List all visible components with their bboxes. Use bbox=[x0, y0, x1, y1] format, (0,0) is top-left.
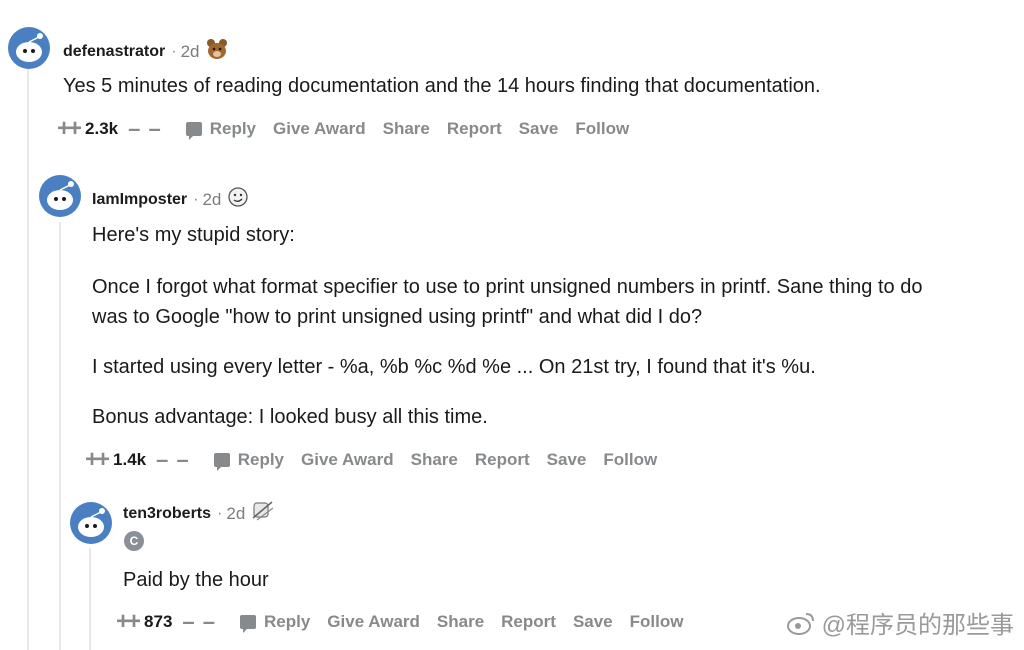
separator: · bbox=[217, 504, 223, 522]
username[interactable]: ten3roberts bbox=[123, 505, 211, 523]
comment-body: Here's my stupid story: Once I forgot wh… bbox=[92, 220, 922, 432]
separator: · bbox=[193, 190, 199, 208]
reply-icon bbox=[240, 615, 256, 633]
comment-body: Yes 5 minutes of reading documentation a… bbox=[63, 71, 821, 101]
username[interactable]: defenastrator bbox=[63, 43, 165, 61]
follow-button[interactable]: Follow bbox=[630, 612, 684, 632]
weibo-logo-icon bbox=[786, 612, 814, 635]
reply-icon bbox=[185, 122, 202, 140]
save-button[interactable]: Save bbox=[573, 612, 613, 632]
downvote-button[interactable]: – – bbox=[156, 449, 190, 471]
vote-score: 873 bbox=[144, 612, 173, 631]
reply-button[interactable]: Reply bbox=[185, 119, 257, 140]
upvote-button[interactable]: ++ bbox=[57, 117, 82, 141]
bear-award-icon bbox=[206, 38, 228, 65]
thread-line-1[interactable] bbox=[27, 68, 29, 650]
share-button[interactable]: Share bbox=[437, 612, 484, 632]
comment-text: Yes 5 minutes of reading documentation a… bbox=[63, 75, 821, 97]
comment-actions: ++ 2.3k – – Reply Give Award Share Repor… bbox=[57, 117, 629, 141]
timestamp[interactable]: 2d bbox=[226, 504, 245, 524]
reply-button[interactable]: Reply bbox=[240, 612, 311, 633]
save-button[interactable]: Save bbox=[547, 450, 587, 470]
avatar-ten3roberts[interactable] bbox=[70, 502, 112, 549]
comment-body: Paid by the hour bbox=[123, 565, 269, 595]
reply-icon bbox=[213, 453, 230, 471]
user-badge: C bbox=[124, 531, 144, 551]
reply-button[interactable]: Reply bbox=[213, 450, 285, 471]
vote-control: ++ 873 – – bbox=[116, 610, 216, 634]
comment-text: was to Google "how to print unsigned usi… bbox=[92, 306, 703, 328]
avatar-defenastrator[interactable] bbox=[8, 27, 50, 74]
vote-score: 1.4k bbox=[113, 450, 147, 469]
separator: · bbox=[171, 42, 177, 60]
crossed-out-award-icon bbox=[251, 500, 275, 527]
follow-button[interactable]: Follow bbox=[575, 119, 629, 139]
watermark: @程序员的那些事 bbox=[786, 605, 1014, 640]
vote-score: 2.3k bbox=[85, 119, 119, 138]
thread-line-3[interactable] bbox=[89, 548, 91, 650]
comment-meta: IamImposter · 2d bbox=[92, 186, 249, 213]
timestamp[interactable]: 2d bbox=[181, 42, 200, 62]
avatar-iamimposter[interactable] bbox=[39, 175, 81, 222]
emoji-face-award-icon bbox=[227, 186, 249, 213]
share-button[interactable]: Share bbox=[411, 450, 458, 470]
downvote-button[interactable]: – – bbox=[182, 611, 216, 633]
reply-label: Reply bbox=[209, 119, 257, 138]
comment-text: Paid by the hour bbox=[123, 569, 269, 591]
follow-button[interactable]: Follow bbox=[603, 450, 657, 470]
give-award-button[interactable]: Give Award bbox=[301, 450, 394, 470]
snoo-avatar-icon bbox=[8, 27, 50, 69]
comment-meta: ten3roberts · 2d bbox=[123, 500, 275, 527]
reply-label: Reply bbox=[264, 612, 311, 631]
report-button[interactable]: Report bbox=[501, 612, 556, 632]
snoo-avatar-icon bbox=[39, 175, 81, 217]
comment-actions: ++ 1.4k – – Reply Give Award Share Repor… bbox=[85, 448, 657, 472]
comment-actions: ++ 873 – – Reply Give Award Share Report… bbox=[116, 610, 683, 634]
timestamp[interactable]: 2d bbox=[202, 190, 221, 210]
give-award-button[interactable]: Give Award bbox=[327, 612, 420, 632]
downvote-button[interactable]: – – bbox=[128, 118, 162, 140]
comment-meta: defenastrator · 2d bbox=[63, 38, 228, 65]
watermark-text: @程序员的那些事 bbox=[821, 612, 1014, 639]
give-award-button[interactable]: Give Award bbox=[273, 119, 366, 139]
report-button[interactable]: Report bbox=[475, 450, 530, 470]
upvote-button[interactable]: ++ bbox=[85, 448, 110, 472]
vote-control: ++ 1.4k – – bbox=[85, 448, 190, 472]
comment-text: Bonus advantage: I looked busy all this … bbox=[92, 406, 488, 428]
comment-text: Here's my stupid story: bbox=[92, 224, 295, 246]
save-button[interactable]: Save bbox=[519, 119, 559, 139]
share-button[interactable]: Share bbox=[383, 119, 430, 139]
report-button[interactable]: Report bbox=[447, 119, 502, 139]
username[interactable]: IamImposter bbox=[92, 191, 187, 209]
upvote-button[interactable]: ++ bbox=[116, 610, 141, 634]
comment-text: I started using every letter - %a, %b %c… bbox=[92, 356, 816, 378]
reply-label: Reply bbox=[237, 450, 285, 469]
snoo-avatar-icon bbox=[70, 502, 112, 544]
comment-text: Once I forgot what format specifier to u… bbox=[92, 276, 923, 298]
thread-line-2[interactable] bbox=[59, 222, 61, 650]
vote-control: ++ 2.3k – – bbox=[57, 117, 162, 141]
